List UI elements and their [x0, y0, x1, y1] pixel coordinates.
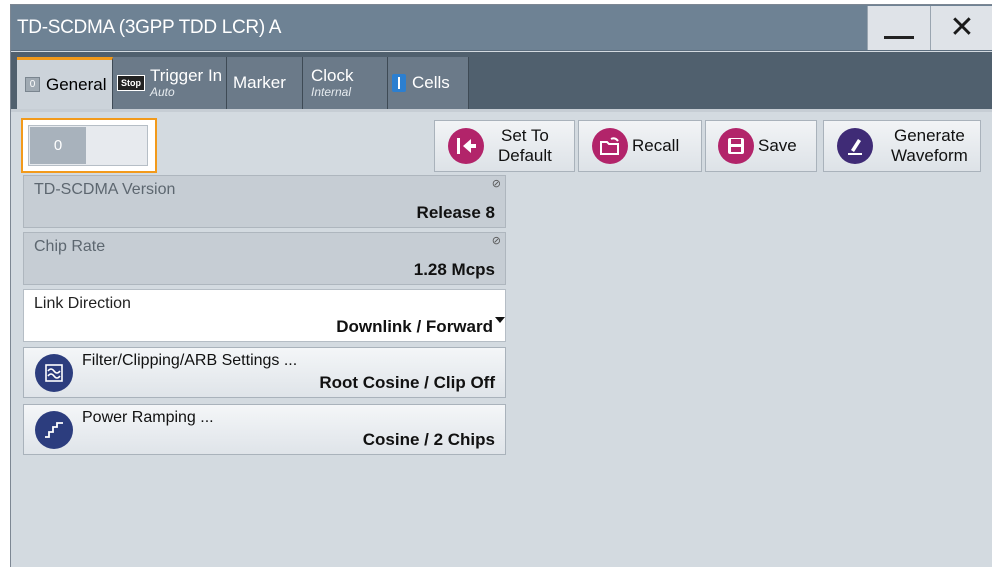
minimize-icon	[884, 35, 914, 39]
cells-state-led-icon	[392, 74, 406, 92]
state-toggle[interactable]: 0	[28, 125, 148, 166]
tab-general-label: General	[46, 74, 107, 94]
power-ramping-value: Cosine / 2 Chips	[362, 430, 495, 449]
recall-label: Recall	[632, 136, 680, 155]
power-ramping-title: Power Ramping ...	[82, 409, 214, 426]
generate-waveform-label-2: Waveform	[891, 146, 968, 165]
link-direction-select[interactable]: Link Direction Downlink / Forward	[23, 289, 506, 342]
tab-marker-label: Marker	[233, 73, 286, 92]
filter-clipping-arb-button[interactable]: Filter/Clipping/ARB Settings ... Root Co…	[23, 347, 506, 398]
td-scdma-version-value: Release 8	[416, 203, 495, 222]
state-toggle-knob: 0	[30, 127, 86, 164]
tab-general[interactable]: 0 General	[17, 57, 113, 109]
read-only-icon: ⊘	[491, 235, 501, 247]
window-title: TD-SCDMA (3GPP TDD LCR) A	[17, 17, 282, 38]
stop-icon: Stop	[117, 75, 145, 91]
set-to-default-label-1: Set To	[500, 126, 549, 145]
chip-rate-value: 1.28 Mcps	[413, 260, 495, 279]
state-toggle-frame: 0	[21, 118, 157, 173]
set-default-icon	[448, 128, 484, 164]
tab-bar: 0 General Stop Trigger In Auto Marker Cl…	[11, 52, 992, 109]
general-panel: 0 Set To Default Recall Save Generate Wa…	[11, 109, 992, 567]
save-label: Save	[758, 136, 797, 155]
close-icon: ✕	[949, 11, 975, 44]
save-disk-icon	[718, 128, 754, 164]
tab-clock-label: Clock	[311, 66, 354, 86]
tab-trigger-in-label: Trigger In	[150, 66, 223, 86]
dialog-window: TD-SCDMA (3GPP TDD LCR) A ✕ 0 General St…	[10, 4, 992, 567]
link-direction-value: Downlink / Forward	[336, 317, 493, 336]
general-state-led-icon: 0	[25, 77, 40, 92]
tab-clock[interactable]: Clock Internal	[303, 57, 388, 109]
td-scdma-version-label: TD-SCDMA Version	[34, 181, 176, 198]
tab-cells[interactable]: Cells	[388, 57, 469, 109]
power-ramping-button[interactable]: Power Ramping ... Cosine / 2 Chips	[23, 404, 506, 455]
set-to-default-label-2: Default	[498, 146, 552, 165]
power-ramping-step-icon	[35, 411, 73, 449]
read-only-icon: ⊘	[491, 178, 501, 190]
chip-rate-field: Chip Rate ⊘ 1.28 Mcps	[23, 232, 506, 285]
dropdown-arrow-icon	[495, 317, 505, 323]
close-button[interactable]: ✕	[930, 6, 992, 50]
tab-cells-label: Cells	[412, 73, 450, 92]
recall-folder-icon	[592, 128, 628, 164]
title-bar: TD-SCDMA (3GPP TDD LCR) A ✕	[11, 5, 992, 51]
td-scdma-version-field: TD-SCDMA Version ⊘ Release 8	[23, 175, 506, 228]
tab-clock-sub: Internal	[311, 85, 352, 100]
tab-marker[interactable]: Marker	[227, 57, 303, 109]
recall-button[interactable]: Recall	[578, 120, 702, 172]
filter-clipping-arb-value: Root Cosine / Clip Off	[319, 373, 495, 392]
minimize-button[interactable]	[867, 6, 930, 50]
tab-trigger-in[interactable]: Stop Trigger In Auto	[113, 57, 227, 109]
generate-waveform-pen-icon	[837, 128, 873, 164]
filter-icon	[35, 354, 73, 392]
filter-clipping-arb-title: Filter/Clipping/ARB Settings ...	[82, 352, 298, 369]
generate-waveform-button[interactable]: Generate Waveform	[823, 120, 981, 172]
link-direction-label: Link Direction	[34, 295, 131, 312]
chip-rate-label: Chip Rate	[34, 238, 106, 255]
set-to-default-button[interactable]: Set To Default	[434, 120, 575, 172]
tab-trigger-in-sub: Auto	[150, 85, 175, 100]
generate-waveform-label-1: Generate	[893, 126, 965, 145]
save-button[interactable]: Save	[705, 120, 817, 172]
